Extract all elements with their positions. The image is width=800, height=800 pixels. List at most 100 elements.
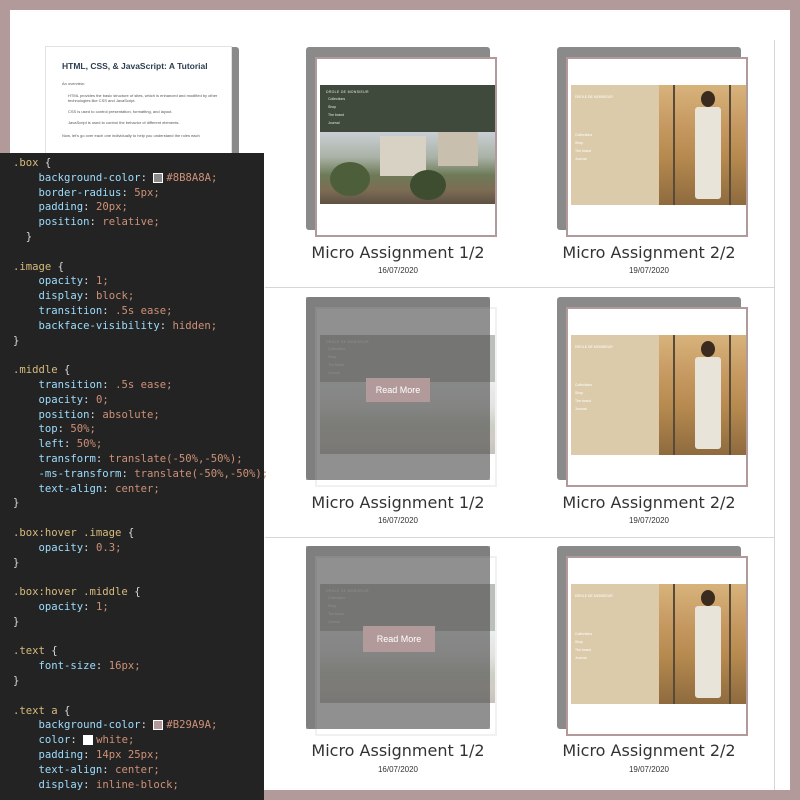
nav-item: Journal bbox=[575, 157, 587, 161]
site-nav: DROLE DE MONSIEUR Collections Shop The b… bbox=[320, 85, 495, 132]
column-divider bbox=[774, 40, 775, 790]
doc-bullet: CSS is used to control presentation, for… bbox=[68, 109, 173, 114]
pole bbox=[673, 335, 675, 455]
code-line: .text { bbox=[13, 645, 58, 658]
tree bbox=[410, 170, 446, 200]
code-line: -ms-transform: translate(-50%,-50%); bbox=[13, 467, 269, 480]
nav-item: Journal bbox=[575, 407, 587, 411]
row-divider bbox=[265, 537, 775, 538]
code-line: .box:hover .image { bbox=[13, 527, 135, 539]
code-line: opacity: 0; bbox=[13, 393, 109, 406]
site-panel: DROLE DE MONSIEUR Collections Shop The b… bbox=[571, 584, 659, 704]
code-line: display: inline-block; bbox=[13, 778, 179, 791]
doc-title: HTML, CSS, & JavaScript: A Tutorial bbox=[62, 61, 208, 71]
nav-item: Journal bbox=[575, 656, 587, 660]
nav-item: Collections bbox=[575, 383, 593, 387]
nav-item: Collections bbox=[575, 632, 593, 636]
code-line: } bbox=[13, 675, 20, 687]
doc-bullet: JavaScript is used to control the behavi… bbox=[68, 120, 180, 125]
code-line: display: block; bbox=[13, 290, 135, 303]
code-line: } bbox=[13, 334, 20, 347]
head bbox=[701, 91, 715, 107]
code-line: transition: .5s ease; bbox=[13, 305, 173, 317]
card-date: 16/07/2020 bbox=[377, 516, 419, 525]
house bbox=[380, 136, 426, 176]
color-swatch bbox=[83, 735, 94, 746]
code-line: backface-visibility: hidden; bbox=[13, 319, 218, 332]
code-line: opacity: 1; bbox=[13, 601, 109, 613]
card-fashion-1[interactable]: DROLE DE MONSIEUR Collections Shop The b… bbox=[566, 57, 748, 237]
code-line: } bbox=[13, 615, 20, 628]
card-date: 16/07/2020 bbox=[377, 765, 419, 774]
code-line: color: white; bbox=[13, 734, 135, 747]
head bbox=[701, 590, 715, 606]
card-fashion-3[interactable]: DROLE DE MONSIEUR Collections Shop The b… bbox=[566, 556, 748, 736]
code-line: .image { bbox=[13, 260, 65, 273]
person bbox=[695, 606, 721, 698]
nav-item: The brand bbox=[575, 399, 591, 403]
card-fashion-2[interactable]: DROLE DE MONSIEUR Collections Shop The b… bbox=[566, 307, 748, 487]
nav-item: Shop bbox=[328, 105, 337, 109]
color-swatch bbox=[153, 720, 164, 731]
site-panel: DROLE DE MONSIEUR Collections Shop The b… bbox=[571, 335, 659, 455]
read-more-button[interactable]: Read More bbox=[363, 626, 435, 652]
nav-item: The brand bbox=[575, 149, 591, 153]
nav-item: Shop bbox=[575, 640, 584, 644]
site-brand: DROLE DE MONSIEUR bbox=[326, 90, 369, 94]
card-date: 19/07/2020 bbox=[628, 516, 670, 525]
code-line: background-color: #B29A9A; bbox=[13, 719, 218, 732]
code-line: transition: .5s ease; bbox=[13, 379, 173, 391]
code-line: left: 50%; bbox=[13, 438, 103, 451]
code-line: .box:hover .middle { bbox=[13, 586, 141, 599]
code-line: } bbox=[13, 231, 33, 243]
card-garden-1[interactable]: DROLE DE MONSIEUR Collections Shop The b… bbox=[315, 57, 497, 237]
code-line: opacity: 0.3; bbox=[13, 541, 122, 554]
house bbox=[438, 132, 478, 166]
nav-item: The brand bbox=[575, 648, 591, 652]
card-date: 19/07/2020 bbox=[628, 765, 670, 774]
person bbox=[695, 107, 721, 199]
card-caption[interactable]: Micro Assignment 2/2 bbox=[539, 741, 759, 760]
card-caption[interactable]: Micro Assignment 1/2 bbox=[288, 243, 508, 262]
code-line: background-color: #8B8A8A; bbox=[13, 171, 218, 184]
code-line: top: 50%; bbox=[13, 423, 96, 436]
card-caption[interactable]: Micro Assignment 2/2 bbox=[539, 493, 759, 512]
nav-item: Collections bbox=[328, 97, 346, 101]
site-brand: DROLE DE MONSIEUR bbox=[575, 345, 613, 349]
css-code-panel: .box { background-color: #8B8A8A; border… bbox=[0, 153, 268, 800]
nav-item: Journal bbox=[328, 121, 340, 125]
person bbox=[695, 357, 721, 449]
card-caption[interactable]: Micro Assignment 1/2 bbox=[288, 741, 508, 760]
pole bbox=[729, 335, 731, 455]
color-swatch bbox=[153, 172, 164, 183]
card-caption[interactable]: Micro Assignment 1/2 bbox=[288, 493, 508, 512]
tree bbox=[330, 162, 370, 196]
street-photo bbox=[320, 132, 495, 204]
site-panel: DROLE DE MONSIEUR Collections Shop The b… bbox=[571, 85, 659, 205]
row-divider bbox=[265, 287, 775, 288]
pole bbox=[729, 584, 731, 704]
nav-item: Shop bbox=[575, 141, 584, 145]
code-line: text-align: center; bbox=[13, 482, 160, 495]
code-line: transform: translate(-50%,-50%); bbox=[13, 453, 243, 465]
doc-card[interactable]: HTML, CSS, & JavaScript: A Tutorial An o… bbox=[45, 46, 232, 154]
nav-item: The brand bbox=[328, 113, 344, 117]
read-more-button[interactable]: Read More bbox=[366, 378, 430, 402]
pole bbox=[673, 85, 675, 205]
doc-intro: An overview: bbox=[62, 81, 85, 86]
card-caption[interactable]: Micro Assignment 2/2 bbox=[539, 243, 759, 262]
code-line: padding: 14px 25px; bbox=[13, 749, 160, 761]
card-date: 19/07/2020 bbox=[628, 266, 670, 275]
code-line: position: absolute; bbox=[13, 408, 160, 421]
fashion-photo bbox=[659, 335, 746, 455]
pole bbox=[673, 584, 675, 704]
doc-outro: Now, let's go over each one individually… bbox=[62, 133, 200, 138]
nav-item: Shop bbox=[575, 391, 584, 395]
nav-item: Collections bbox=[575, 133, 593, 137]
code-line: position: relative; bbox=[13, 216, 160, 229]
code-line: border-radius: 5px; bbox=[13, 186, 160, 199]
fashion-photo bbox=[659, 584, 746, 704]
doc-bullet: HTML provides the basic structure of sit… bbox=[68, 93, 218, 103]
pole bbox=[729, 85, 731, 205]
site-brand: DROLE DE MONSIEUR bbox=[575, 594, 613, 598]
